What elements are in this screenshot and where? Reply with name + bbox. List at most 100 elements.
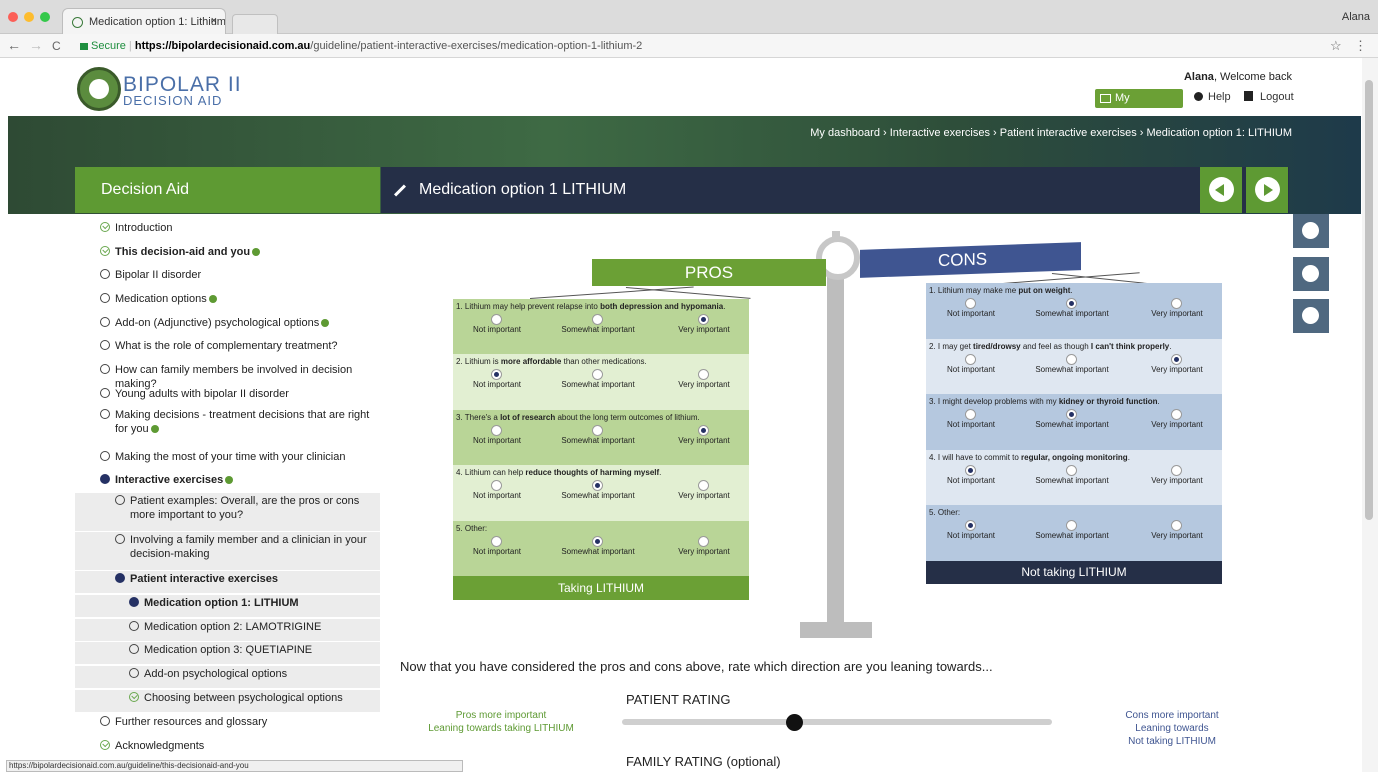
- reload-icon[interactable]: C: [52, 39, 61, 53]
- radio-empty-icon[interactable]: [491, 424, 502, 436]
- sidebar-item[interactable]: Add-on psychological options: [75, 666, 380, 688]
- info-icon[interactable]: [150, 425, 159, 434]
- importance-option[interactable]: Not important: [926, 520, 1016, 540]
- browser-menu-icon[interactable]: ⋮: [1354, 38, 1367, 54]
- importance-option[interactable]: Very important: [659, 369, 749, 389]
- patient-rating-thumb[interactable]: [786, 714, 803, 731]
- radio-empty-icon[interactable]: [1171, 464, 1182, 476]
- sidebar-item[interactable]: Medication option 2: LAMOTRIGINE: [75, 619, 380, 641]
- sidebar-item[interactable]: Patient examples: Overall, are the pros …: [75, 493, 380, 531]
- browser-tab[interactable]: Medication option 1: Lithium ×: [62, 8, 226, 34]
- patient-rating-slider[interactable]: [622, 719, 1052, 725]
- bookmark-star-icon[interactable]: ☆: [1330, 38, 1342, 54]
- radio-empty-icon[interactable]: [491, 480, 502, 492]
- importance-option[interactable]: Somewhat important: [1027, 298, 1117, 318]
- sidebar-item[interactable]: This decision-aid and you: [75, 244, 380, 262]
- sidebar-item[interactable]: Introduction: [75, 220, 380, 238]
- importance-option[interactable]: Somewhat important: [553, 535, 643, 556]
- radio-empty-icon[interactable]: [965, 353, 976, 365]
- next-button[interactable]: [1246, 167, 1288, 213]
- radio-empty-icon[interactable]: [491, 314, 502, 325]
- importance-option[interactable]: Somewhat important: [1027, 520, 1117, 540]
- logo-icon[interactable]: [77, 67, 121, 111]
- print-button[interactable]: [1293, 299, 1329, 333]
- importance-option[interactable]: Not important: [452, 369, 542, 389]
- sidebar-item[interactable]: Medication option 3: QUETIAPINE: [75, 642, 380, 664]
- importance-option[interactable]: Somewhat important: [553, 480, 643, 500]
- importance-option[interactable]: Not important: [452, 314, 542, 334]
- info-icon[interactable]: [225, 476, 234, 485]
- sidebar-item[interactable]: Making the most of your time with your c…: [75, 449, 380, 467]
- back-icon[interactable]: ←: [7, 37, 21, 53]
- importance-option[interactable]: Very important: [1132, 298, 1222, 318]
- importance-option[interactable]: Not important: [926, 464, 1016, 485]
- radio-selected-icon[interactable]: [698, 314, 709, 325]
- sidebar-item[interactable]: Medication options: [75, 291, 380, 309]
- breadcrumb[interactable]: My dashboard › Interactive exercises › P…: [810, 127, 1292, 139]
- importance-option[interactable]: Not important: [926, 353, 1016, 374]
- importance-option[interactable]: Very important: [659, 314, 749, 334]
- radio-empty-icon[interactable]: [1066, 464, 1077, 476]
- radio-selected-icon[interactable]: [965, 464, 976, 476]
- info-icon[interactable]: [208, 295, 217, 304]
- my-dashboard-button[interactable]: My dashboard: [1095, 89, 1183, 123]
- radio-empty-icon[interactable]: [965, 409, 976, 421]
- scrollbar-thumb[interactable]: [1365, 80, 1373, 520]
- address-bar[interactable]: Secure | https://bipolardecisionaid.com.…: [74, 37, 1348, 55]
- sidebar-item[interactable]: Add-on (Adjunctive) psychological option…: [75, 315, 380, 333]
- importance-option[interactable]: Somewhat important: [1027, 464, 1117, 485]
- logo-subtitle[interactable]: DECISION AID: [123, 93, 222, 108]
- radio-selected-icon[interactable]: [1066, 409, 1077, 421]
- edit-notes-button[interactable]: [1293, 214, 1329, 248]
- sidebar-item[interactable]: Patient interactive exercises: [75, 571, 380, 593]
- sidebar-item[interactable]: Bipolar II disorder: [75, 267, 380, 285]
- forward-icon[interactable]: →: [29, 37, 43, 53]
- importance-option[interactable]: Very important: [659, 535, 749, 556]
- sidebar-item[interactable]: Interactive exercises: [75, 472, 380, 490]
- radio-empty-icon[interactable]: [698, 535, 709, 547]
- radio-empty-icon[interactable]: [698, 369, 709, 381]
- sidebar-item[interactable]: Choosing between psychological options: [75, 690, 380, 712]
- sidebar-item[interactable]: Making decisions - treatment decisions t…: [75, 407, 380, 447]
- sidebar-item[interactable]: Involving a family member and a clinicia…: [75, 532, 380, 570]
- importance-option[interactable]: Very important: [659, 424, 749, 445]
- radio-selected-icon[interactable]: [491, 369, 502, 381]
- sidebar-item[interactable]: Further resources and glossary: [75, 714, 380, 732]
- radio-empty-icon[interactable]: [1171, 520, 1182, 532]
- sidebar-item[interactable]: Medication option 1: LITHIUM: [75, 595, 380, 617]
- radio-empty-icon[interactable]: [592, 314, 603, 325]
- close-window-button[interactable]: [8, 12, 18, 22]
- radio-selected-icon[interactable]: [698, 424, 709, 436]
- importance-option[interactable]: Somewhat important: [1027, 353, 1117, 374]
- logout-link[interactable]: Logout: [1244, 91, 1294, 103]
- radio-empty-icon[interactable]: [1066, 520, 1077, 532]
- importance-option[interactable]: Very important: [1132, 520, 1222, 540]
- radio-selected-icon[interactable]: [1171, 353, 1182, 365]
- importance-option[interactable]: Very important: [1132, 409, 1222, 429]
- importance-option[interactable]: Somewhat important: [553, 369, 643, 389]
- radio-empty-icon[interactable]: [1066, 353, 1077, 365]
- importance-option[interactable]: Very important: [1132, 353, 1222, 374]
- sidebar-item[interactable]: How can family members be involved in de…: [75, 362, 380, 390]
- importance-option[interactable]: Somewhat important: [1027, 409, 1117, 429]
- info-icon[interactable]: [321, 319, 330, 328]
- maximize-window-button[interactable]: [40, 12, 50, 22]
- radio-selected-icon[interactable]: [592, 535, 603, 547]
- tab-close-icon[interactable]: ×: [211, 15, 217, 27]
- sidebar-item[interactable]: What is the role of complementary treatm…: [75, 338, 380, 356]
- new-tab-button[interactable]: [232, 14, 278, 34]
- browser-user[interactable]: Alana: [1342, 11, 1370, 23]
- importance-option[interactable]: Somewhat important: [553, 424, 643, 445]
- radio-selected-icon[interactable]: [965, 520, 976, 532]
- sidebar-item[interactable]: Young adults with bipolar II disorder: [75, 386, 380, 404]
- save-button[interactable]: [1293, 257, 1329, 291]
- importance-option[interactable]: Not important: [452, 535, 542, 556]
- radio-empty-icon[interactable]: [965, 298, 976, 309]
- radio-empty-icon[interactable]: [592, 369, 603, 381]
- info-icon[interactable]: [252, 248, 261, 257]
- radio-empty-icon[interactable]: [1171, 409, 1182, 421]
- importance-option[interactable]: Not important: [452, 480, 542, 500]
- radio-empty-icon[interactable]: [491, 535, 502, 547]
- importance-option[interactable]: Not important: [926, 298, 1016, 318]
- radio-selected-icon[interactable]: [592, 480, 603, 492]
